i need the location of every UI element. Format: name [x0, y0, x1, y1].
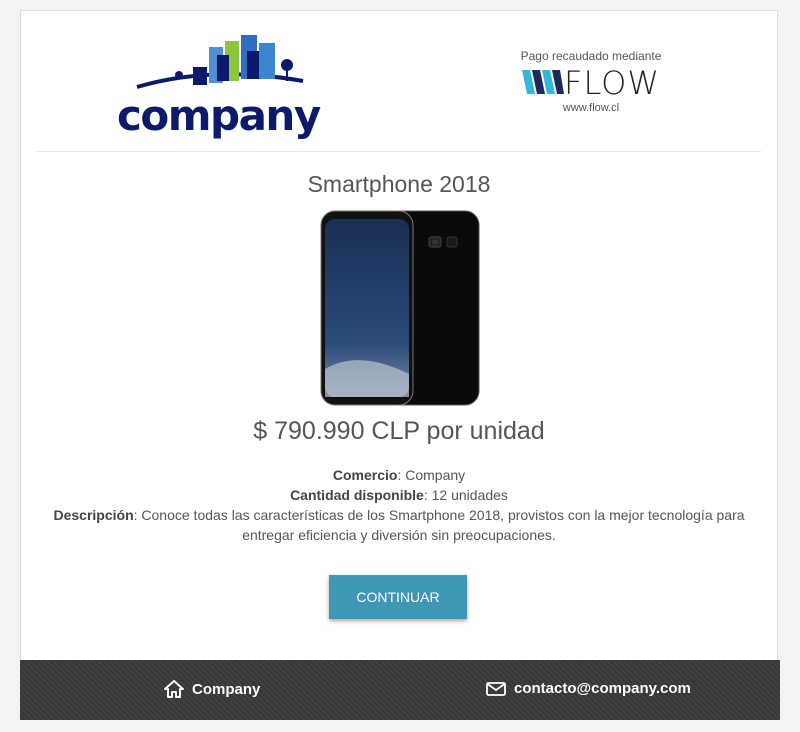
footer-email-label: contacto@company.com [514, 680, 691, 697]
flow-mark-icon [522, 70, 565, 94]
flow-logo: Pago recaudado mediante FLOW www.flow.cl [511, 49, 671, 114]
footer: Company contacto@company.com [20, 660, 780, 720]
product-price: $ 790.990 CLP por unidad [253, 417, 545, 445]
flow-tagline: Pago recaudado mediante [520, 49, 662, 63]
descripcion-value: Conoce todas las características de los … [141, 507, 745, 543]
home-icon [164, 680, 184, 698]
comercio-value: Company [405, 467, 466, 483]
header-divider [37, 151, 761, 152]
flow-brand-text: FLOW [564, 64, 660, 102]
company-logo-text: company [117, 91, 321, 140]
cantidad-value: 12 unidades [431, 487, 508, 503]
footer-home-label: Company [192, 680, 261, 698]
product-info: Comercio: Company Cantidad disponible: 1… [21, 465, 777, 545]
cantidad-line: Cantidad disponible: 12 unidades [290, 487, 508, 503]
product-image [320, 210, 480, 406]
checkout-card: company Pago recaudado mediante FLOW www… [20, 10, 778, 720]
footer-home-link[interactable]: Company [164, 680, 260, 698]
descripcion-label: Descripción [53, 507, 134, 523]
footer-email-link[interactable]: contacto@company.com [486, 680, 691, 697]
cantidad-label: Cantidad disponible [290, 487, 424, 503]
comercio-line: Comercio: Company [332, 467, 466, 483]
product-title: Smartphone 2018 [307, 171, 491, 197]
descripcion-line: Descripción: Conoce todas las caracterís… [53, 507, 745, 543]
comercio-label: Comercio [332, 467, 398, 483]
continue-button[interactable]: CONTINUAR [329, 575, 467, 619]
company-logo: company [117, 31, 321, 140]
envelope-icon [486, 681, 506, 696]
flow-url: www.flow.cl [562, 102, 620, 114]
